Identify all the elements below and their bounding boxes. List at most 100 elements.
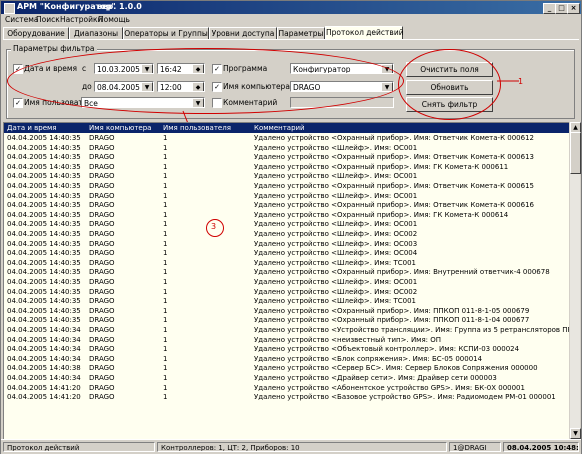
cell-user: 1 <box>163 335 168 344</box>
cell-computer: DRAGO <box>89 230 115 238</box>
cell-comment: Удалено устройство <Шлейф>. Имя: ОС001 <box>254 172 418 181</box>
title-bar[interactable]: АРМ "Конфигуратор" вер. 1.0.0 _ □ × <box>1 1 581 14</box>
cell-computer: DRAGO <box>89 374 115 382</box>
cell-datetime: 04.04.2005 14:40:35 <box>7 306 81 315</box>
cell-user: 1 <box>163 374 168 382</box>
menu-settings[interactable]: Настройки <box>60 15 102 24</box>
table-row[interactable]: 04.04.2005 14:40:35 DRAGO 1 Удалено устройс… <box>4 316 570 325</box>
table-row[interactable]: 04.04.2005 14:40:34 DRAGO 1 Удалено устройс… <box>4 374 570 383</box>
cell-computer: DRAGO <box>89 143 115 152</box>
cell-comment: Удалено устройство <неизвестный тип>. Им… <box>254 335 442 344</box>
cell-datetime: 04.04.2005 14:40:35 <box>7 297 81 306</box>
table-row[interactable]: 04.04.2005 14:40:34 DRAGO 1 Удалено устройс… <box>4 336 570 345</box>
table-row[interactable]: 04.04.2005 14:40:38 DRAGO 1 Удалено устройс… <box>4 364 570 373</box>
cell-computer: DRAGO <box>89 354 115 363</box>
cell-user: 1 <box>163 306 168 315</box>
table-row[interactable]: 04.04.2005 14:40:35 DRAGO 1 Удалено устройс… <box>4 220 570 229</box>
cell-datetime: 04.04.2005 14:40:34 <box>7 345 81 354</box>
menu-search[interactable]: Поиск <box>36 15 60 24</box>
table-row[interactable]: 04.04.2005 14:40:35 DRAGO 1 Удалено устройс… <box>4 288 570 297</box>
column-computer[interactable]: Имя компьютера <box>89 123 151 133</box>
cell-datetime: 04.04.2005 14:40:35 <box>7 172 81 181</box>
column-user[interactable]: Имя пользователя <box>163 123 231 133</box>
cell-comment: Удалено устройство <Шлейф>. Имя: ОС001 <box>254 278 418 286</box>
table-row[interactable]: 04.04.2005 14:40:35 DRAGO 1 Удалено устройс… <box>4 278 570 287</box>
cell-datetime: 04.04.2005 14:40:35 <box>7 143 81 152</box>
table-row[interactable]: 04.04.2005 14:41:20 DRAGO 1 Удалено устройс… <box>4 384 570 393</box>
log-table[interactable]: Дата и время Имя компьютера Имя пользова… <box>3 122 571 440</box>
menu-system[interactable]: Система <box>5 15 38 24</box>
table-row[interactable]: 04.04.2005 14:40:35 DRAGO 1 Удалено устройс… <box>4 259 570 268</box>
vertical-scrollbar[interactable]: ▲ ▼ <box>569 122 581 440</box>
cell-datetime: 04.04.2005 14:40:35 <box>7 239 81 248</box>
table-row[interactable]: 04.04.2005 14:40:34 DRAGO 1 Удалено устройс… <box>4 355 570 364</box>
table-row[interactable]: 04.04.2005 14:40:35 DRAGO 1 Удалено устройс… <box>4 230 570 239</box>
cell-comment: Удалено устройство <Шлейф>. Имя: ТС001 <box>254 258 416 267</box>
cell-computer: DRAGO <box>89 383 115 392</box>
cell-computer: DRAGO <box>89 182 115 190</box>
window-version: вер. 1.0.0 <box>97 2 142 11</box>
table-row[interactable]: 04.04.2005 14:40:35 DRAGO 1 Удалено устройс… <box>4 134 570 143</box>
user-checkbox[interactable]: ✓ <box>13 98 23 108</box>
column-comment[interactable]: Комментарий <box>254 123 305 133</box>
table-row[interactable]: 04.04.2005 14:40:35 DRAGO 1 Удалено устройс… <box>4 201 570 210</box>
cell-user: 1 <box>163 297 168 306</box>
table-row[interactable]: 04.04.2005 14:40:35 DRAGO 1 Удалено устройс… <box>4 211 570 220</box>
cell-user: 1 <box>163 345 168 354</box>
cell-comment: Удалено устройство <Охранный прибор>. Им… <box>254 201 534 210</box>
table-row[interactable]: 04.04.2005 14:41:20 DRAGO 1 Удалено устройс… <box>4 393 570 402</box>
table-row[interactable]: 04.04.2005 14:40:35 DRAGO 1 Удалено устройс… <box>4 163 570 172</box>
cell-datetime: 04.04.2005 14:40:34 <box>7 354 81 363</box>
tab-action-log[interactable]: Протокол действий <box>325 26 404 40</box>
status-user: 1@DRAGI <box>449 442 501 452</box>
table-row[interactable]: 04.04.2005 14:40:35 DRAGO 1 Удалено устройс… <box>4 144 570 153</box>
cell-user: 1 <box>163 162 168 171</box>
status-datetime: 08.04.2005 10:48:04 <box>503 442 579 452</box>
cell-computer: DRAGO <box>89 210 115 219</box>
cell-comment: Удалено устройство <Охранный прибор>. Им… <box>254 316 530 325</box>
table-row[interactable]: 04.04.2005 14:40:35 DRAGO 1 Удалено устройс… <box>4 249 570 258</box>
cell-comment: Удалено устройство <Шлейф>. Имя: ОС001 <box>254 143 418 152</box>
cell-computer: DRAGO <box>89 153 115 162</box>
cell-user: 1 <box>163 258 168 267</box>
status-current-section: Протокол действий <box>3 442 155 452</box>
cell-comment: Удалено устройство <Сервер БС>. Имя: Сер… <box>254 364 538 373</box>
cell-computer: DRAGO <box>89 287 115 296</box>
table-row[interactable]: 04.04.2005 14:40:35 DRAGO 1 Удалено устройс… <box>4 192 570 201</box>
main-window: АРМ "Конфигуратор" вер. 1.0.0 _ □ × Сист… <box>0 0 582 454</box>
cell-datetime: 04.04.2005 14:40:35 <box>7 268 81 277</box>
annotation-ellipse-buttons <box>398 49 501 120</box>
cell-datetime: 04.04.2005 14:40:35 <box>7 287 81 296</box>
table-row[interactable]: 04.04.2005 14:40:35 DRAGO 1 Удалено устройс… <box>4 182 570 191</box>
cell-datetime: 04.04.2005 14:40:38 <box>7 364 81 373</box>
cell-user: 1 <box>163 326 168 334</box>
close-icon[interactable]: × <box>567 3 580 14</box>
cell-user: 1 <box>163 278 168 286</box>
cell-comment: Удалено устройство <Объектовый контролле… <box>254 345 520 354</box>
table-row[interactable]: 04.04.2005 14:40:35 DRAGO 1 Удалено устройс… <box>4 172 570 181</box>
scroll-thumb[interactable] <box>570 132 581 174</box>
cell-computer: DRAGO <box>89 134 115 142</box>
cell-datetime: 04.04.2005 14:41:20 <box>7 393 81 402</box>
table-row[interactable]: 04.04.2005 14:40:34 DRAGO 1 Удалено устройс… <box>4 345 570 354</box>
cell-comment: Удалено устройство <Абонентское устройст… <box>254 383 525 392</box>
scroll-down-icon[interactable]: ▼ <box>570 428 581 439</box>
filter-group-label: Параметры фильтра <box>11 44 97 53</box>
cell-datetime: 04.04.2005 14:40:35 <box>7 249 81 258</box>
cell-computer: DRAGO <box>89 278 115 286</box>
cell-computer: DRAGO <box>89 172 115 181</box>
table-row[interactable]: 04.04.2005 14:40:35 DRAGO 1 Удалено устройс… <box>4 153 570 162</box>
column-datetime[interactable]: Дата и время <box>7 123 57 133</box>
table-row[interactable]: 04.04.2005 14:40:35 DRAGO 1 Удалено устройс… <box>4 307 570 316</box>
menu-help[interactable]: Помощь <box>98 15 130 24</box>
cell-computer: DRAGO <box>89 326 115 334</box>
cell-computer: DRAGO <box>89 191 115 200</box>
table-row[interactable]: 04.04.2005 14:40:35 DRAGO 1 Удалено устройс… <box>4 297 570 306</box>
cell-computer: DRAGO <box>89 268 115 277</box>
table-row[interactable]: 04.04.2005 14:40:34 DRAGO 1 Удалено устройс… <box>4 326 570 335</box>
cell-datetime: 04.04.2005 14:40:34 <box>7 374 81 382</box>
table-row[interactable]: 04.04.2005 14:40:35 DRAGO 1 Удалено устройс… <box>4 268 570 277</box>
cell-computer: DRAGO <box>89 297 115 306</box>
table-row[interactable]: 04.04.2005 14:40:35 DRAGO 1 Удалено устройс… <box>4 240 570 249</box>
cell-comment: Удалено устройство <Базовое устройство G… <box>254 393 556 402</box>
